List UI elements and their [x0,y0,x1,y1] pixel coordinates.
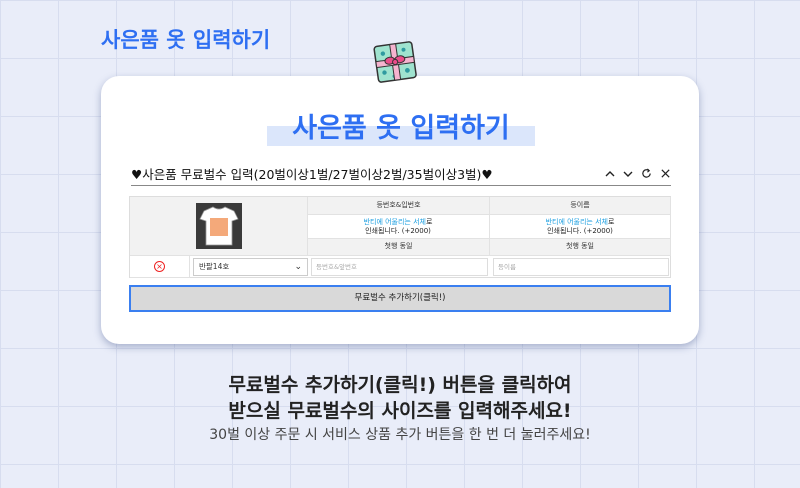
page-top-title: 사은품 옷 입력하기 [101,28,271,52]
number-subheader: 첫행 동일 [308,239,490,256]
form-label: ♥사은품 무료벌수 입력(20벌이상1벌/27벌이상2벌/35벌이상3벌)♥ [131,167,493,182]
refresh-icon[interactable] [641,168,652,179]
name-notice: 반티에 어울리는 서체로 인쇄됩니다. (+2000) [545,218,615,235]
number-input[interactable]: 등번호&앞번호 [311,258,488,276]
header-number: 등번호&입번호 [308,197,490,215]
name-input[interactable]: 등이름 [493,258,669,276]
card-title-text: 사은품 옷 입력하기 [292,113,510,144]
delete-row-icon[interactable]: × [154,261,165,272]
instruction-line-1: 무료벌수 추가하기(클릭!) 버튼을 클릭하여 [228,374,572,396]
chevron-up-icon[interactable] [605,169,615,179]
form-header: ♥사은품 무료벌수 입력(20벌이상1벌/27벌이상2벌/35벌이상3벌)♥ [131,162,671,186]
number-notice-cell: 반티에 어울리는 서체로 인쇄됩니다. (+2000) [308,215,490,239]
chevron-down-icon: ⌄ [294,262,302,272]
name-notice-cell: 반티에 어울리는 서체로 인쇄됩니다. (+2000) [490,215,671,239]
gift-box-icon [373,41,417,83]
tshirt-image [196,203,242,249]
instruction-line-3: 30벌 이상 주문 시 서비스 상품 추가 버튼을 한 번 더 눌러주세요! [209,427,591,443]
chevron-down-icon[interactable] [623,169,633,179]
thumbnail-cell [130,197,308,256]
add-free-item-button[interactable]: 무료벌수 추가하기(클릭!) [129,285,671,312]
close-icon[interactable] [660,168,671,179]
instruction-line-2: 받으실 무료벌수의 사이즈를 입력해주세요! [228,400,572,422]
gift-options-table: 등번호&입번호 등이름 반티에 어울리는 서체로 인쇄됩니다. (+2000) … [129,196,671,278]
delete-cell: × [130,256,190,278]
gift-input-card: 사은품 옷 입력하기 ♥사은품 무료벌수 입력(20벌이상1벌/27벌이상2벌/… [101,76,699,344]
name-subheader: 첫행 동일 [490,239,671,256]
size-select[interactable]: 반팔14호 ⌄ [193,258,308,276]
number-notice: 반티에 어울리는 서체로 인쇄됩니다. (+2000) [363,218,433,235]
header-name: 등이름 [490,197,671,215]
form-controls [605,168,671,179]
card-title: 사은품 옷 입력하기 [267,114,535,146]
